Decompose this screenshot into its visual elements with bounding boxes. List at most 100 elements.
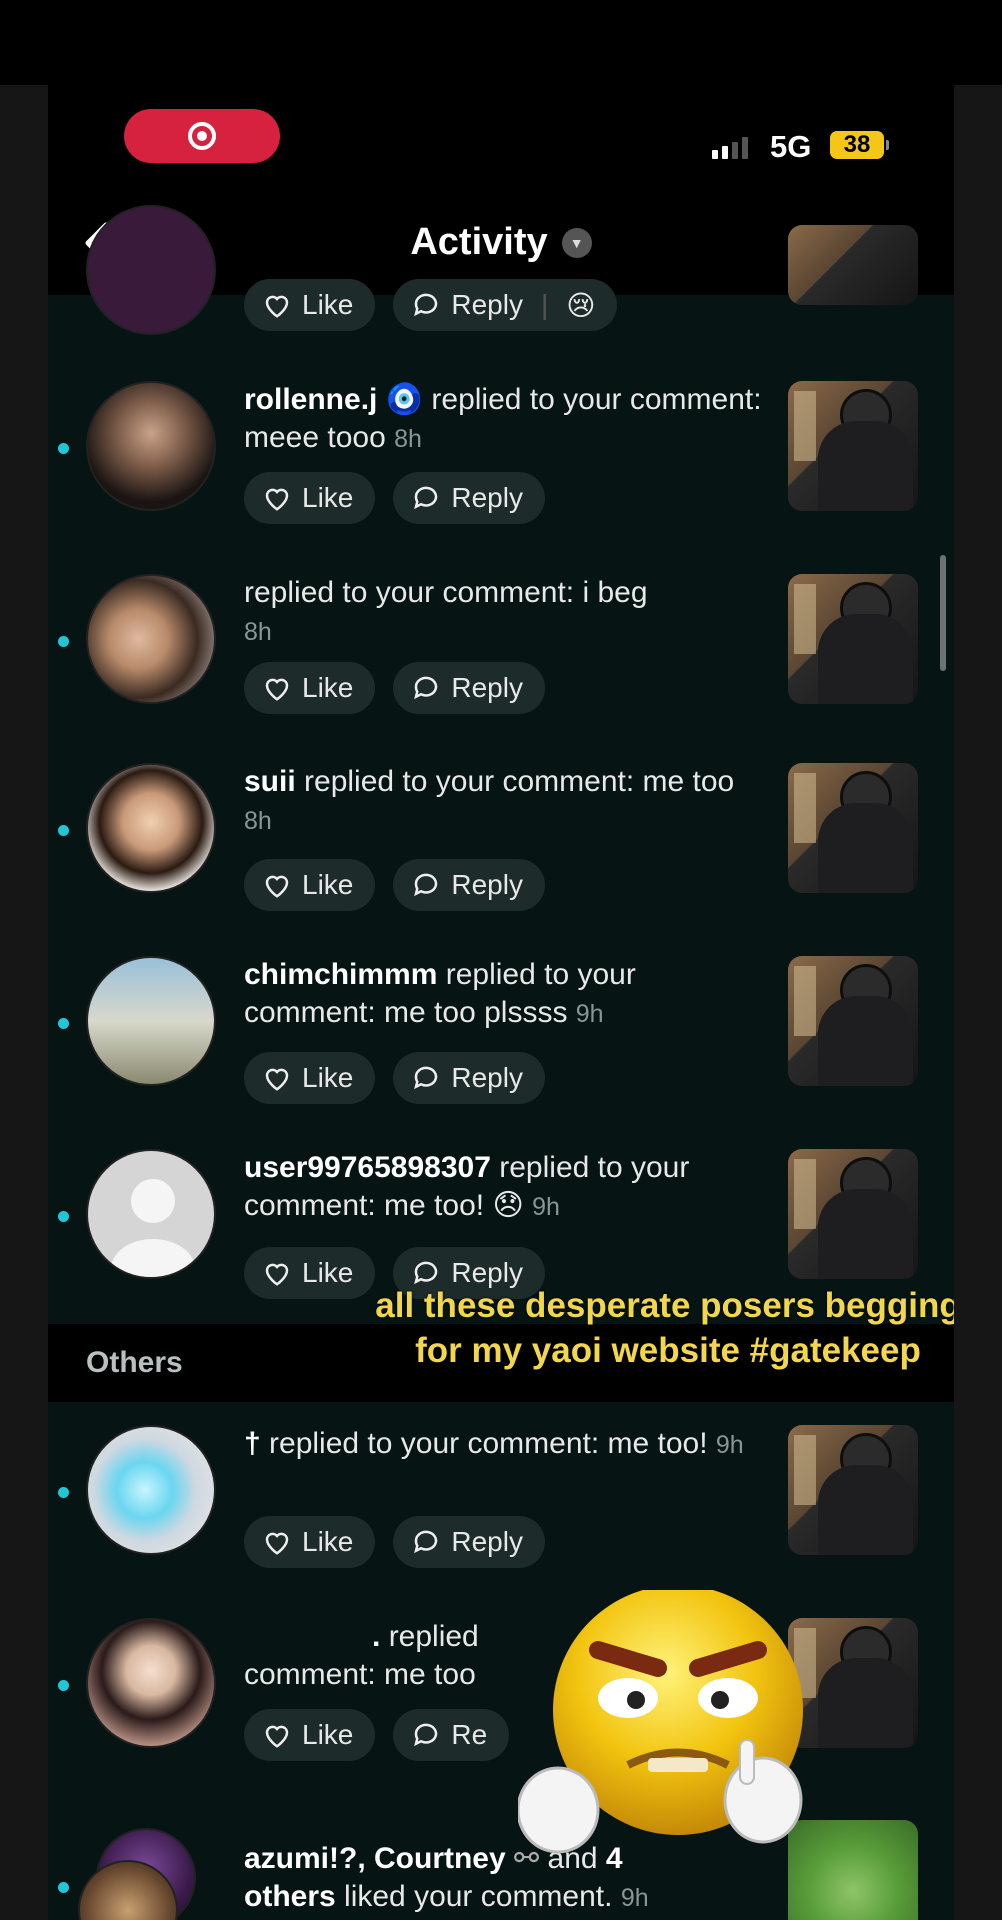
- avatar[interactable]: [86, 381, 216, 511]
- timestamp: 8h: [244, 618, 272, 646]
- dropdown-caret-icon: ▼: [561, 227, 592, 258]
- action-buttons: Like Reply | 😢: [244, 279, 618, 331]
- video-caption-overlay: all these desperate posers begging for m…: [375, 1286, 954, 1370]
- reply-button[interactable]: Reply: [393, 859, 545, 911]
- reply-button[interactable]: Reply | 😢: [393, 279, 618, 331]
- default-avatar[interactable]: [86, 1149, 216, 1279]
- avatar[interactable]: [86, 574, 216, 704]
- post-thumbnail[interactable]: [788, 574, 918, 704]
- post-thumbnail[interactable]: [788, 1149, 918, 1279]
- timestamp: 9h: [715, 1431, 744, 1459]
- scrollbar[interactable]: [940, 555, 946, 671]
- notification-text: user99765898307 replied to your comment:…: [244, 1149, 764, 1226]
- like-button[interactable]: Like: [244, 279, 376, 331]
- like-label: Like: [302, 482, 354, 513]
- post-thumbnail[interactable]: [788, 1425, 918, 1555]
- username[interactable]: †: [244, 1427, 261, 1460]
- reply-button[interactable]: Reply: [393, 472, 545, 524]
- post-thumbnail[interactable]: [788, 225, 918, 305]
- unread-dot: [58, 1882, 69, 1893]
- chat-bubble-icon: [414, 873, 438, 897]
- record-icon: [188, 122, 216, 150]
- username[interactable]: rollenne.j: [244, 383, 377, 416]
- reply-label: Reply: [451, 869, 523, 900]
- heart-icon: [265, 678, 289, 701]
- like-label: Like: [302, 1062, 354, 1093]
- screen-record-indicator[interactable]: [124, 109, 280, 163]
- list-item: chimchimmm replied to your comment: me t…: [48, 956, 954, 1136]
- avatar[interactable]: [86, 1618, 216, 1748]
- post-thumbnail[interactable]: [788, 763, 918, 893]
- others-word[interactable]: others: [244, 1880, 336, 1913]
- avatar[interactable]: [86, 205, 216, 335]
- heart-icon: [265, 1068, 289, 1091]
- reply-button[interactable]: Re: [393, 1709, 510, 1761]
- like-button[interactable]: Like: [244, 1516, 376, 1568]
- notification-text: replied to your comment: i beg 8h: [244, 574, 764, 651]
- avatar[interactable]: [86, 1425, 216, 1555]
- chat-bubble-icon: [414, 486, 438, 510]
- action-text: replied to your comment: me too: [304, 765, 735, 798]
- like-button[interactable]: Like: [244, 1052, 376, 1104]
- chat-bubble-icon: [414, 1530, 438, 1554]
- post-thumbnail[interactable]: [788, 381, 918, 511]
- like-button[interactable]: Like: [244, 662, 376, 714]
- heart-icon: [265, 488, 289, 511]
- chat-bubble-icon: [414, 1066, 438, 1090]
- reply-button[interactable]: Reply: [393, 1516, 545, 1568]
- timestamp: 9h: [620, 1884, 649, 1912]
- chat-bubble-icon: [414, 1723, 438, 1747]
- reply-label: Reply: [451, 1526, 523, 1557]
- list-item: rollenne.j 🧿 replied to your comment: me…: [48, 381, 954, 561]
- heart-icon: [265, 1725, 289, 1748]
- username[interactable]: .: [372, 1620, 380, 1653]
- left-backdrop: [0, 85, 48, 1920]
- list-item-partial: Like Reply | 😢: [48, 205, 954, 345]
- like-button[interactable]: Like: [244, 472, 376, 524]
- network-label: 5G: [770, 129, 812, 164]
- unread-dot: [58, 636, 69, 647]
- liked-text: liked your comment.: [344, 1880, 613, 1913]
- action-buttons: Like Reply: [244, 1516, 545, 1568]
- sad-emoji-icon: 😞: [492, 1189, 524, 1222]
- crying-emoji-icon[interactable]: 😢: [566, 289, 595, 322]
- nazar-emoji: 🧿: [385, 383, 424, 416]
- username[interactable]: chimchimmm: [244, 958, 437, 991]
- like-label: Like: [302, 1257, 354, 1288]
- reply-button[interactable]: Reply: [393, 662, 545, 714]
- like-label: Like: [302, 1526, 354, 1557]
- timestamp: 8h: [394, 425, 422, 453]
- like-button[interactable]: Like: [244, 859, 376, 911]
- avatar[interactable]: [86, 763, 216, 893]
- reply-label: Reply: [451, 289, 523, 320]
- notification-text: † replied to your comment: me too! 9h: [244, 1425, 764, 1464]
- action-buttons: Like Reply: [244, 662, 545, 714]
- list-item: . replied comment: me too Like Re: [48, 1618, 954, 1798]
- action-text-line2: comment: me too: [244, 1658, 476, 1691]
- heart-icon: [265, 295, 289, 318]
- username[interactable]: suii: [244, 765, 296, 798]
- section-title: Others: [86, 1346, 183, 1379]
- unread-dot: [58, 1680, 69, 1691]
- list-item: azumi!?, Courtney ⚯ and 4 others liked yo…: [48, 1820, 954, 1920]
- action-text: replied to your comment: me too!: [269, 1427, 708, 1460]
- reply-label: Re: [451, 1719, 488, 1750]
- unread-dot: [58, 1211, 69, 1222]
- reply-button[interactable]: Reply: [393, 1052, 545, 1104]
- list-item: replied to your comment: i beg 8h Like Re…: [48, 574, 954, 754]
- signal-strength-icon: [712, 137, 748, 159]
- action-buttons: Like Reply: [244, 1052, 545, 1104]
- username[interactable]: user99765898307: [244, 1151, 491, 1184]
- like-label: Like: [302, 869, 354, 900]
- action-text: replied to your comment: i beg: [244, 576, 648, 609]
- notification-text: rollenne.j 🧿 replied to your comment: me…: [244, 381, 764, 458]
- like-button[interactable]: Like: [244, 1709, 376, 1761]
- unread-dot: [58, 1018, 69, 1029]
- like-label: Like: [302, 672, 354, 703]
- unread-dot: [58, 825, 69, 836]
- unread-dot: [58, 443, 69, 454]
- avatar[interactable]: [86, 956, 216, 1086]
- usernames[interactable]: azumi!?, Courtney: [244, 1842, 506, 1875]
- heart-icon: [265, 1532, 289, 1555]
- post-thumbnail[interactable]: [788, 956, 918, 1086]
